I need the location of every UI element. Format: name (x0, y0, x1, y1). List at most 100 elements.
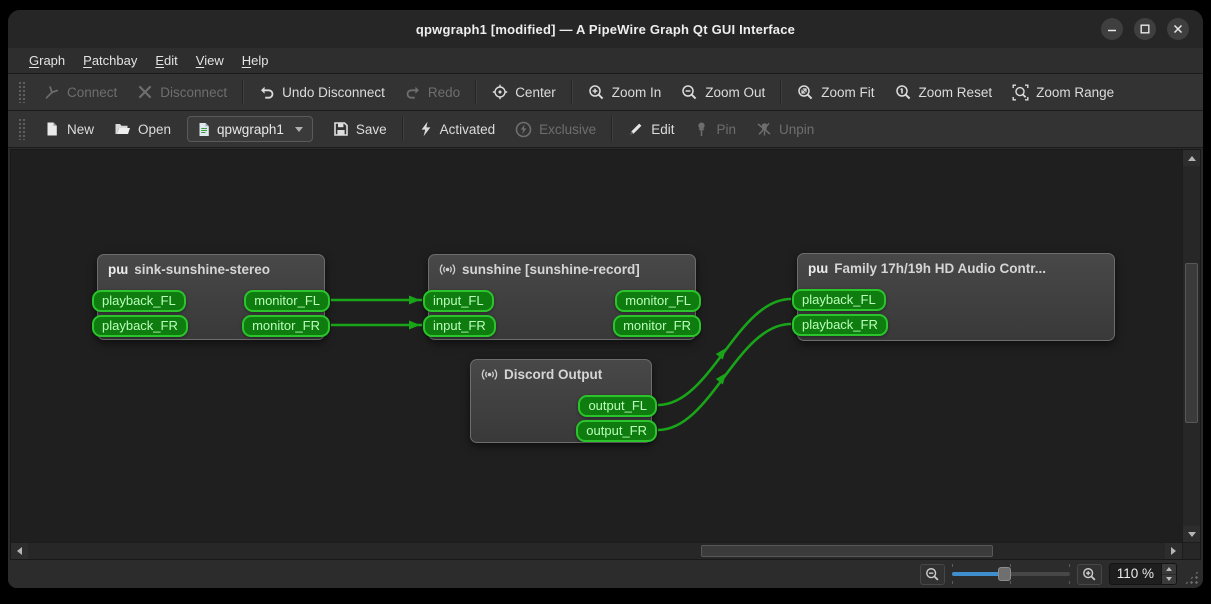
wire-arrow-icon (409, 320, 420, 330)
exclusive-label: Exclusive (539, 121, 597, 137)
unpin-button[interactable]: Unpin (746, 115, 824, 143)
slider-tick (1009, 581, 1011, 584)
redo-button[interactable]: Redo (395, 78, 470, 106)
horizontal-scrollbar[interactable] (11, 543, 1182, 559)
statusbar-zoom-out-button[interactable] (919, 563, 945, 585)
zoom-fit-label: Zoom Fit (821, 84, 875, 100)
zoom-range-button[interactable]: Zoom Range (1002, 78, 1124, 106)
toolbar-separator (401, 117, 404, 141)
node-family-hd-audio[interactable]: pɯ Family 17h/19h HD Audio Contr... playba… (792, 253, 1115, 341)
activated-button[interactable]: Activated (409, 115, 506, 143)
save-button[interactable]: Save (323, 115, 397, 143)
center-icon (492, 84, 508, 100)
port-input_FR[interactable]: input_FR (423, 315, 496, 337)
port-monitor_FL[interactable]: monitor_FL (615, 290, 701, 312)
stream-icon (481, 367, 498, 382)
toolbar-drag-handle[interactable] (18, 118, 26, 140)
port-playback_FL[interactable]: playback_FL (792, 289, 886, 311)
scroll-up-button[interactable] (1183, 150, 1200, 166)
maximize-button[interactable] (1134, 18, 1156, 40)
menu-edit-rest: dit (164, 53, 178, 68)
menu-view[interactable]: View (187, 50, 233, 71)
graph-canvas[interactable]: pɯ sink-sunshine-stereo playback_FL playbac… (11, 150, 1182, 542)
close-button[interactable] (1167, 18, 1189, 40)
vertical-scrollbar[interactable] (1182, 150, 1200, 542)
zoom-spin-up-button[interactable] (1162, 564, 1176, 574)
zoom-fit-button[interactable]: Zoom Fit (787, 78, 884, 106)
toolbar-separator (242, 80, 245, 104)
scrollbar-corner (1182, 543, 1200, 559)
open-label: Open (138, 121, 172, 137)
slider-tick (1068, 564, 1070, 567)
pipewire-glyph: pɯ (808, 260, 829, 276)
undo-icon (259, 84, 275, 100)
toolbar-separator (780, 80, 783, 104)
edit-button[interactable]: Edit (618, 115, 684, 143)
zoom-spin-buttons (1161, 564, 1176, 584)
zoom-out-button[interactable]: Zoom Out (671, 78, 775, 106)
zoom-out-icon (681, 84, 698, 101)
horizontal-scrollbar-thumb[interactable] (701, 545, 993, 557)
node-header[interactable]: sunshine [sunshine-record] (429, 255, 695, 277)
node-sink-sunshine-stereo[interactable]: pɯ sink-sunshine-stereo playback_FLplaybac… (92, 254, 330, 340)
menu-patchbay[interactable]: Patchbay (74, 50, 146, 71)
menu-edit[interactable]: Edit (146, 50, 186, 71)
node-discord-output[interactable]: Discord Output output_FL output_FR (470, 359, 657, 443)
statusbar-zoom-in-button[interactable] (1076, 563, 1102, 585)
slider-tick (951, 581, 953, 584)
zoom-spinbox[interactable]: 110 % (1108, 563, 1177, 585)
menu-edit-accel: E (155, 53, 165, 68)
port-output_FR[interactable]: output_FR (576, 420, 657, 442)
menu-patchbay-rest: atchbay (91, 53, 138, 68)
open-button[interactable]: Open (104, 115, 181, 143)
port-playback_FR[interactable]: playback_FR (792, 314, 888, 336)
vertical-scrollbar-thumb[interactable] (1185, 263, 1198, 423)
port-playback_FR[interactable]: playback_FR (92, 315, 188, 337)
port-playback_FL[interactable]: playback_FL (92, 290, 186, 312)
menu-graph[interactable]: Graph (20, 50, 74, 71)
port-monitor_FL[interactable]: monitor_FL (244, 290, 330, 312)
zoom-slider[interactable] (951, 564, 1070, 584)
disconnect-button[interactable]: Disconnect (127, 78, 237, 106)
menu-graph-accel: G (29, 53, 40, 68)
window-resize-grip[interactable] (1184, 570, 1199, 585)
title-bar[interactable]: qpwgraph1 [modified] — A PipeWire Graph … (8, 10, 1203, 48)
undo-disconnect-button[interactable]: Undo Disconnect (249, 78, 395, 106)
scroll-left-button[interactable] (11, 543, 28, 559)
minimize-button[interactable] (1101, 18, 1123, 40)
zoom-range-icon (1012, 84, 1029, 101)
zoom-slider-handle[interactable] (997, 567, 1011, 581)
node-sunshine[interactable]: sunshine [sunshine-record] input_FL input_… (423, 254, 701, 340)
center-button[interactable]: Center (482, 78, 566, 106)
new-button[interactable]: New (34, 115, 104, 143)
port-monitor_FR[interactable]: monitor_FR (242, 315, 330, 337)
zoom-in-small-icon (1082, 567, 1096, 581)
port-monitor_FR[interactable]: monitor_FR (613, 315, 701, 337)
zoom-reset-button[interactable]: Zoom Reset (885, 78, 1003, 106)
save-label: Save (355, 121, 387, 137)
slider-tick (951, 564, 953, 567)
menu-patchbay-accel: P (83, 53, 92, 68)
connect-button[interactable]: Connect (34, 78, 127, 106)
arrow-down-icon (1187, 531, 1196, 537)
unpin-label: Unpin (778, 121, 815, 137)
scroll-right-button[interactable] (1165, 543, 1182, 559)
exclusive-button[interactable]: Exclusive (505, 115, 606, 143)
node-header[interactable]: pɯ sink-sunshine-stereo (98, 255, 324, 277)
zoom-fit-icon (797, 84, 814, 101)
port-input_FL[interactable]: input_FL (423, 290, 494, 312)
port-output_FL[interactable]: output_FL (578, 395, 657, 417)
node-header[interactable]: Discord Output (471, 360, 651, 382)
graph-toolbar: Connect Disconnect Undo Disconnect Redo … (8, 74, 1203, 111)
patchbay-select[interactable]: qpwgraph1 (187, 116, 313, 142)
node-header[interactable]: pɯ Family 17h/19h HD Audio Contr... (798, 254, 1114, 276)
toolbar-drag-handle[interactable] (18, 81, 26, 103)
zoom-out-label: Zoom Out (705, 84, 766, 100)
zoom-reset-label: Zoom Reset (918, 84, 993, 100)
zoom-spin-down-button[interactable] (1162, 573, 1176, 584)
pin-button[interactable]: Pin (684, 115, 746, 143)
zoom-in-button[interactable]: Zoom In (578, 78, 672, 106)
scroll-down-button[interactable] (1183, 526, 1200, 542)
zoom-slider-fill (951, 572, 1004, 576)
menu-help[interactable]: Help (233, 50, 278, 71)
